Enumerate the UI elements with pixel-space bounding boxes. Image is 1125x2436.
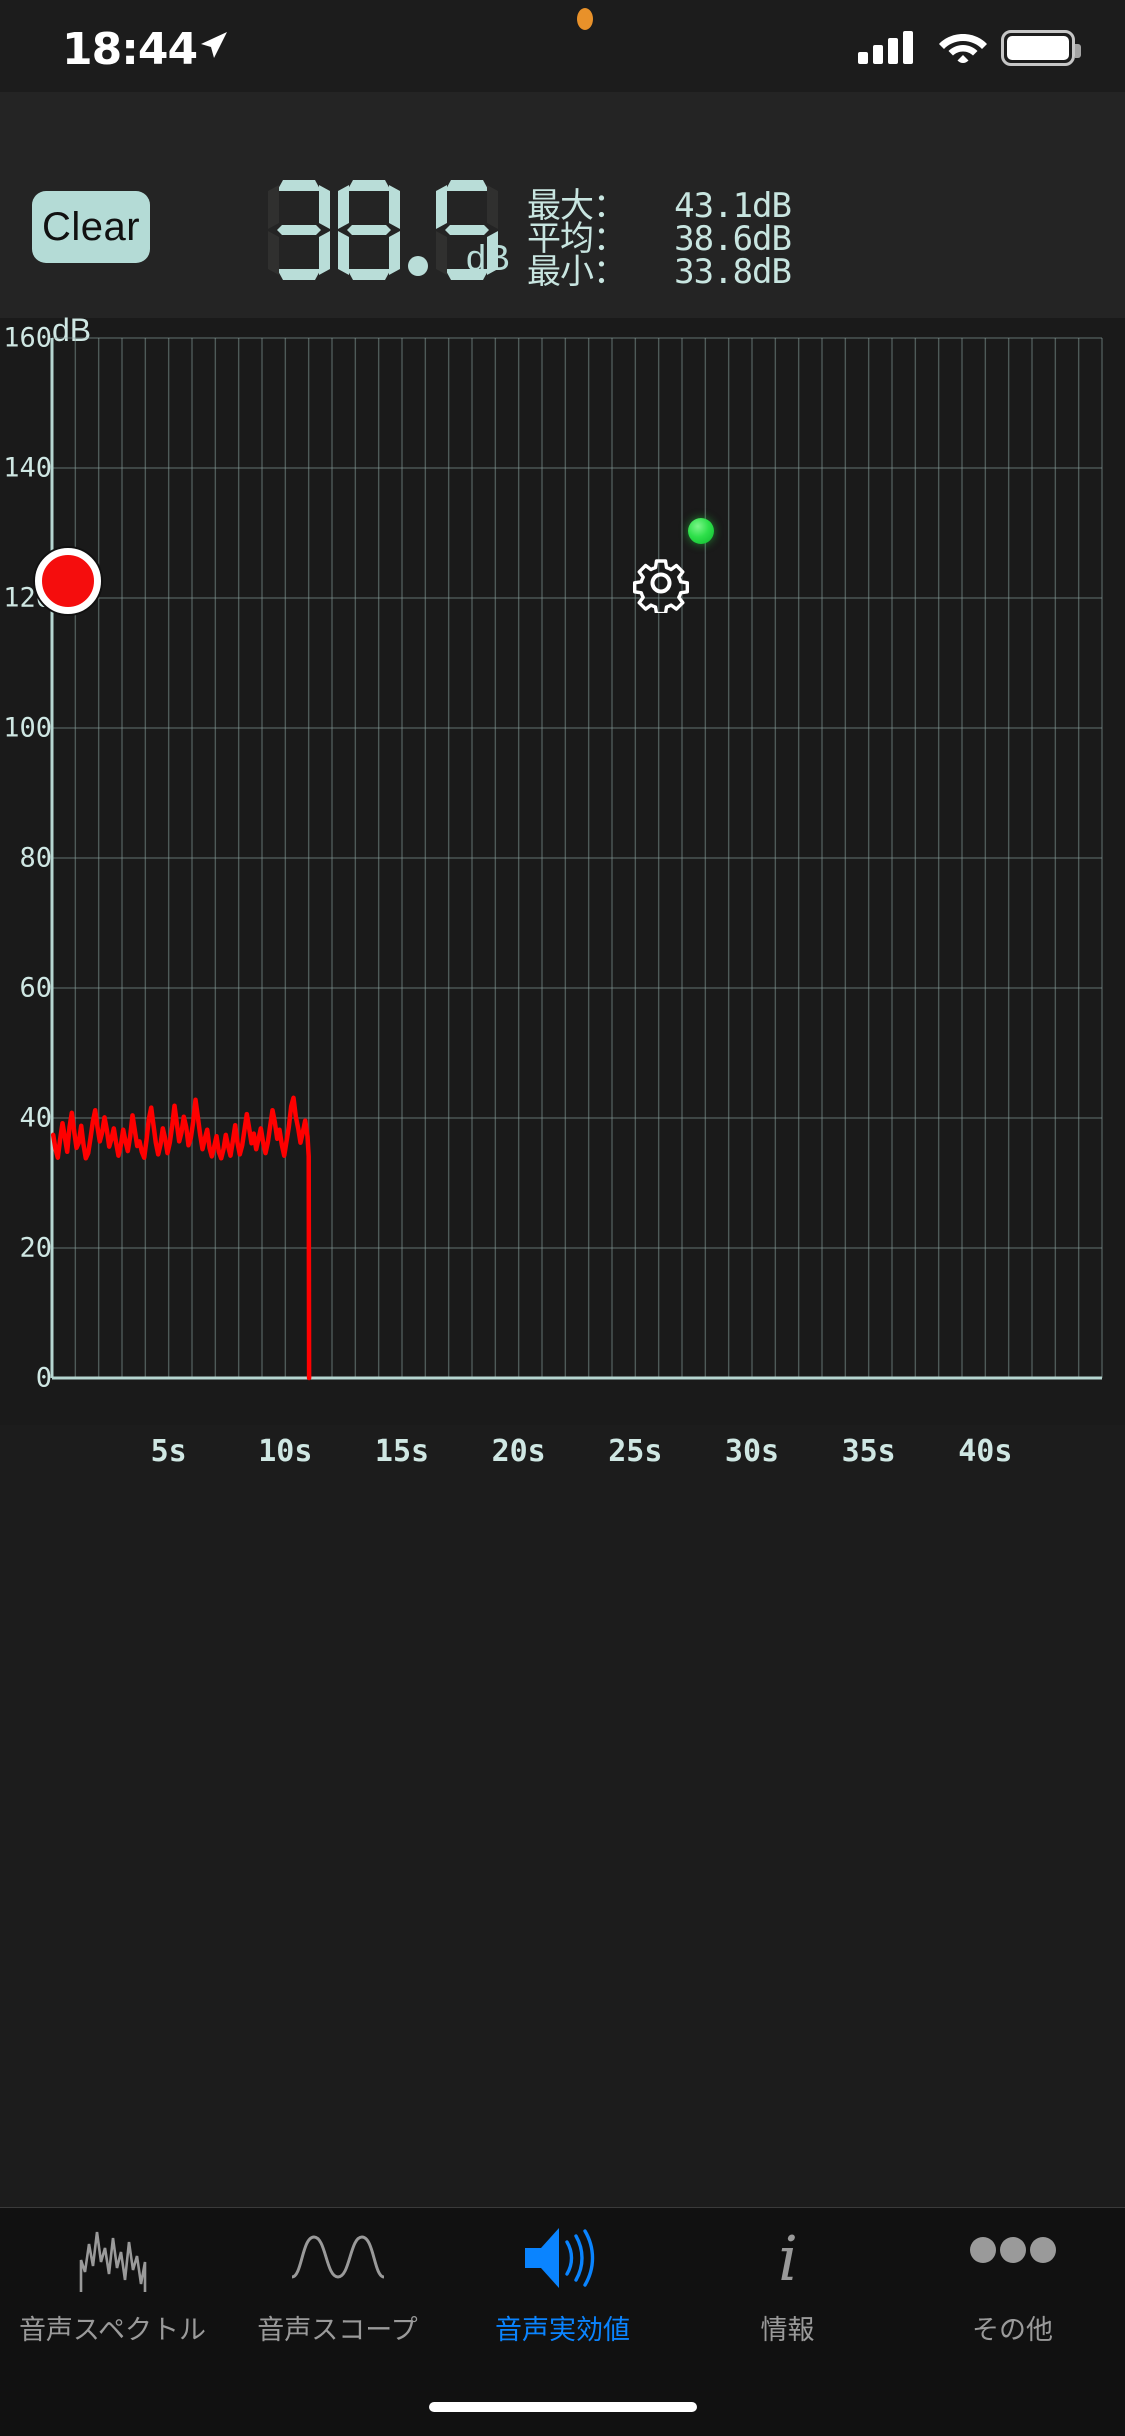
y-axis-tick-label: 0 xyxy=(35,1362,52,1394)
spectrum-icon xyxy=(75,2218,151,2298)
statistics-panel: 最大： 43.1dB 平均： 38.6dB 最小： 33.8dB xyxy=(527,189,792,292)
tab-more[interactable]: その他 xyxy=(900,2218,1125,2383)
seven-segment-digit xyxy=(338,180,400,280)
tab-info[interactable]: i 情報 xyxy=(675,2218,900,2383)
level-chart: dB 160 140 120 100 80 60 40 20 0 5s 10s 15s 20s 25s 3… xyxy=(0,312,1125,1469)
x-axis-tick-label: 15s xyxy=(374,1434,430,1469)
tab-label-info: 情報 xyxy=(760,2315,815,2346)
y-axis-tick-label: 100 xyxy=(3,712,52,744)
green-status-led-icon xyxy=(688,518,714,544)
scope-icon xyxy=(288,2218,388,2298)
tab-scope[interactable]: 音声スコープ xyxy=(225,2218,450,2383)
y-axis-tick-label: 40 xyxy=(19,1102,52,1134)
stat-label-min: 最小： xyxy=(527,252,627,292)
seven-segment-digit xyxy=(268,180,330,280)
y-axis-tick-label: 20 xyxy=(19,1232,52,1264)
y-axis-tick-label: 60 xyxy=(19,972,52,1004)
bottom-tab-bar: 音声スペクトル 音声スコープ 音声実効値 i 情報 その他 xyxy=(0,2207,1125,2436)
cellular-signal-icon xyxy=(858,30,920,64)
x-axis-tick-label: 35s xyxy=(841,1434,896,1469)
gear-icon[interactable] xyxy=(631,553,691,613)
more-dots-icon xyxy=(967,2218,1059,2298)
tab-rms[interactable]: 音声実効値 xyxy=(450,2218,675,2383)
x-axis-tick-label: 10s xyxy=(258,1434,313,1469)
location-arrow-icon xyxy=(201,32,227,58)
clear-button[interactable]: Clear xyxy=(32,191,150,263)
wifi-icon xyxy=(939,34,987,63)
y-axis-tick-label: 140 xyxy=(3,452,52,484)
current-level-unit: dB xyxy=(466,237,511,278)
chart-plot xyxy=(50,337,1103,1381)
x-axis-tick-label: 5s xyxy=(150,1434,187,1469)
orange-recording-dot-icon xyxy=(577,8,593,30)
decimal-point xyxy=(408,256,428,276)
tab-label-more: その他 xyxy=(972,2315,1053,2346)
x-axis-tick-label: 40s xyxy=(958,1434,1013,1469)
home-indicator xyxy=(428,2402,697,2412)
header-panel: Clear dB 最大： 43.1dB 平均： 38.6dB 最小： 33.8d… xyxy=(0,92,1125,318)
tab-label-rms: 音声実効値 xyxy=(495,2315,630,2346)
y-axis-ticks: 160 140 120 100 80 60 40 20 0 xyxy=(0,318,52,1425)
tab-label-spectrum: 音声スペクトル xyxy=(18,2315,207,2346)
status-bar: 18:44 xyxy=(0,0,1125,92)
x-axis-tick-label: 20s xyxy=(491,1434,546,1469)
x-axis-tick-label: 25s xyxy=(608,1434,663,1469)
y-axis-tick-label: 160 xyxy=(3,322,52,354)
record-button[interactable] xyxy=(35,548,101,614)
stat-value-min: 33.8dB xyxy=(674,252,792,292)
tab-spectrum[interactable]: 音声スペクトル xyxy=(0,2218,225,2383)
current-level-display xyxy=(268,180,498,280)
tab-label-scope: 音声スコープ xyxy=(257,2315,418,2346)
info-icon: i xyxy=(764,2218,812,2298)
battery-full-icon xyxy=(1001,30,1081,66)
svg-text:i: i xyxy=(778,2222,798,2294)
y-axis-tick-label: 80 xyxy=(19,842,52,874)
x-axis-tick-label: 30s xyxy=(724,1434,780,1469)
status-bar-time: 18:44 xyxy=(62,24,198,75)
stat-row-min: 最小： 33.8dB xyxy=(527,252,792,292)
speaker-icon xyxy=(519,2218,607,2298)
